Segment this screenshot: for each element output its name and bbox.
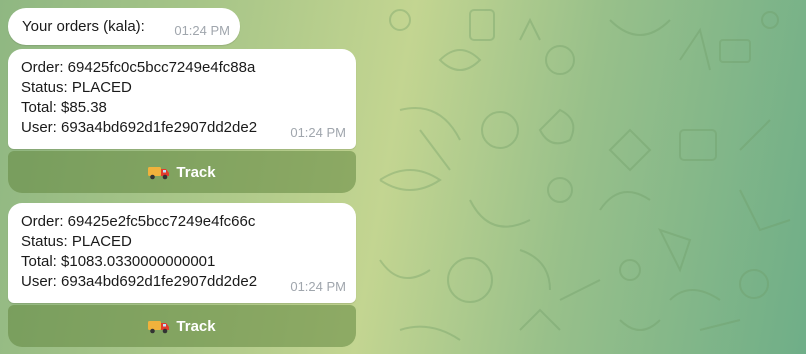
track-button-label: Track: [176, 317, 216, 335]
message-timestamp: 01:24 PM: [290, 125, 346, 140]
order-id: Order: 69425e2fc5bcc7249e4fc66c: [21, 213, 256, 230]
track-button-label: Track: [176, 163, 216, 181]
delivery-truck-icon: [148, 167, 170, 180]
order-total: Total: $1083.0330000000001: [21, 253, 216, 270]
orders-header-text: Your orders (kala):: [22, 18, 145, 35]
order-status: Status: PLACED: [21, 79, 132, 96]
order-status: Status: PLACED: [21, 233, 132, 250]
order-user: User: 693a4bd692d1fe2907dd2de2: [21, 273, 258, 290]
delivery-truck-icon: [148, 321, 170, 334]
order-user: User: 693a4bd692d1fe2907dd2de2: [21, 119, 258, 136]
order-message: Order: 69425e2fc5bcc7249e4fc66c Status: …: [8, 203, 356, 303]
message-timestamp: 01:24 PM: [290, 279, 346, 294]
message-timestamp: 01:24 PM: [174, 23, 230, 38]
order-total: Total: $85.38: [21, 99, 107, 116]
orders-header-message: Your orders (kala): 01:24 PM: [8, 8, 240, 45]
track-order-button[interactable]: Track: [8, 151, 356, 193]
track-order-button[interactable]: Track: [8, 305, 356, 347]
order-message: Order: 69425fc0c5bcc7249e4fc88a Status: …: [8, 49, 356, 149]
order-id: Order: 69425fc0c5bcc7249e4fc88a: [21, 59, 256, 76]
